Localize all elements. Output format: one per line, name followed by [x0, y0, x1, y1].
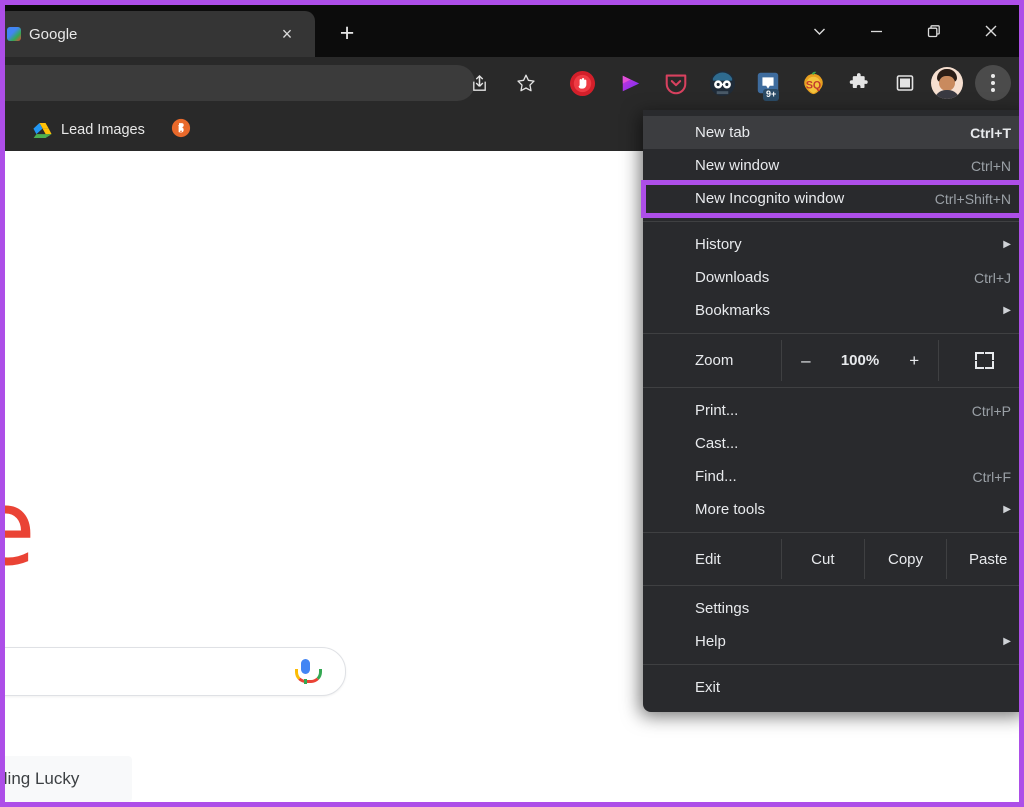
- search-input[interactable]: [5, 647, 346, 696]
- menu-item-label: Exit: [695, 679, 721, 696]
- orange-b-icon: b: [171, 118, 191, 143]
- side-panel-icon[interactable]: [889, 67, 921, 99]
- menu-item-print[interactable]: Print... Ctrl+P: [643, 394, 1019, 427]
- blue-badge-icon[interactable]: 9+: [753, 68, 783, 101]
- menu-item-exit[interactable]: Exit: [643, 671, 1019, 704]
- menu-item-new-incognito-window[interactable]: New Incognito window Ctrl+Shift+N: [643, 182, 1019, 215]
- menu-item-label: New window: [695, 157, 780, 174]
- menu-item-label: More tools: [695, 501, 766, 518]
- bookmark-lead-images[interactable]: Lead Images: [25, 118, 153, 143]
- star-icon[interactable]: [510, 67, 542, 99]
- menu-item-label: Help: [695, 633, 726, 650]
- new-tab-button[interactable]: +: [331, 17, 363, 49]
- menu-item-label: New Incognito window: [695, 190, 845, 207]
- fullscreen-button[interactable]: [939, 340, 1019, 381]
- menu-item-label: New tab: [695, 124, 751, 141]
- menu-separator: [643, 221, 1019, 222]
- avatar-glasses-icon[interactable]: [707, 68, 737, 98]
- chevron-right-icon: ▶: [1003, 304, 1011, 316]
- menu-item-label: Settings: [695, 600, 750, 617]
- menu-item-more-tools[interactable]: More tools ▶: [643, 493, 1019, 526]
- chevron-right-icon: ▶: [1003, 503, 1011, 515]
- menu-item-shortcut: Ctrl+Shift+N: [934, 190, 1011, 207]
- chevron-right-icon: ▶: [1003, 238, 1011, 250]
- microphone-icon[interactable]: [293, 659, 322, 684]
- copy-button[interactable]: Copy: [863, 539, 947, 579]
- tab-title: Google: [29, 25, 78, 43]
- svg-text:SQ: SQ: [805, 79, 820, 91]
- zoom-out-button[interactable]: –: [793, 348, 819, 374]
- menu-item-shortcut: Ctrl+F: [972, 468, 1012, 485]
- menu-item-shortcut: Ctrl+T: [970, 124, 1011, 141]
- menu-item-downloads[interactable]: Downloads Ctrl+J: [643, 261, 1019, 294]
- address-bar[interactable]: [5, 65, 475, 101]
- bookmark-label: Lead Images: [61, 122, 145, 138]
- menu-item-shortcut: Ctrl+N: [970, 157, 1011, 174]
- feeling-lucky-button[interactable]: I'm Feeling Lucky: [5, 756, 132, 802]
- menu-item-label: Print...: [695, 402, 739, 419]
- extensions-puzzle-icon[interactable]: [843, 67, 875, 99]
- tab-close-icon[interactable]: ×: [275, 22, 299, 46]
- browser-tab-google[interactable]: Google ×: [5, 11, 315, 57]
- red-hand-icon[interactable]: [567, 68, 597, 98]
- tab-search-chevron-down-icon[interactable]: [791, 5, 848, 57]
- menu-item-new-tab[interactable]: New tab Ctrl+T: [643, 116, 1019, 149]
- menu-item-cast[interactable]: Cast...: [643, 427, 1019, 460]
- menu-item-shortcut: Ctrl+J: [974, 269, 1011, 286]
- menu-item-label: History: [695, 236, 742, 253]
- menu-item-label: Downloads: [695, 269, 770, 286]
- paste-button[interactable]: Paste: [946, 539, 1019, 579]
- google-favicon-icon: [7, 27, 21, 41]
- menu-item-label: Cast...: [695, 435, 739, 452]
- browser-toolbar: 9+ SQ: [5, 57, 1019, 109]
- chrome-main-menu: New tab Ctrl+T New window Ctrl+N New Inc…: [643, 110, 1019, 712]
- pocket-shield-icon[interactable]: [661, 68, 691, 98]
- three-dot-menu-icon[interactable]: [975, 65, 1011, 101]
- cut-button[interactable]: Cut: [781, 539, 864, 579]
- close-icon[interactable]: [962, 5, 1019, 57]
- menu-zoom-row: Zoom – 100% +: [643, 340, 1019, 381]
- menu-item-label: Find...: [695, 468, 737, 485]
- menu-edit-row: Edit Cut Copy Paste: [643, 539, 1019, 579]
- menu-item-label: Bookmarks: [695, 302, 771, 319]
- zoom-label: Zoom: [695, 352, 734, 369]
- purple-play-icon[interactable]: [615, 68, 645, 98]
- menu-item-history[interactable]: History ▶: [643, 228, 1019, 261]
- google-logo: gle: [5, 476, 36, 580]
- restore-icon[interactable]: [905, 5, 962, 57]
- logo-letter-e: e: [5, 476, 36, 580]
- menu-item-find[interactable]: Find... Ctrl+F: [643, 460, 1019, 493]
- bookmark-orange-b[interactable]: b: [163, 114, 199, 147]
- zoom-in-button[interactable]: +: [901, 348, 927, 374]
- menu-item-bookmarks[interactable]: Bookmarks ▶: [643, 294, 1019, 327]
- window-controls: [791, 5, 1019, 57]
- minimize-icon[interactable]: [848, 5, 905, 57]
- menu-separator: [643, 387, 1019, 388]
- sq-icon[interactable]: SQ: [798, 68, 828, 98]
- fullscreen-icon: [974, 352, 994, 369]
- menu-separator: [643, 532, 1019, 533]
- edit-label: Edit: [695, 550, 721, 568]
- menu-item-help[interactable]: Help ▶: [643, 625, 1019, 658]
- profile-avatar[interactable]: [931, 67, 963, 99]
- menu-separator: [643, 333, 1019, 334]
- google-drive-icon: [33, 122, 52, 139]
- menu-separator: [643, 585, 1019, 586]
- zoom-controls: – 100% +: [781, 340, 939, 381]
- tab-strip: Google × +: [5, 5, 1019, 57]
- menu-item-new-window[interactable]: New window Ctrl+N: [643, 149, 1019, 182]
- svg-text:b: b: [178, 123, 184, 135]
- screenshot-root: Google × + 9+ SQ Lead Images b ling Luck…: [0, 0, 1024, 807]
- menu-item-shortcut: Ctrl+P: [971, 402, 1011, 419]
- menu-separator: [643, 664, 1019, 665]
- chrome-browser-window: Google × + 9+ SQ Lead Images b ling Luck…: [5, 5, 1019, 802]
- share-icon[interactable]: [463, 67, 495, 99]
- menu-item-settings[interactable]: Settings: [643, 592, 1019, 625]
- extension-badge-count: 9+: [763, 89, 780, 101]
- chevron-right-icon: ▶: [1003, 635, 1011, 647]
- zoom-level: 100%: [840, 352, 880, 369]
